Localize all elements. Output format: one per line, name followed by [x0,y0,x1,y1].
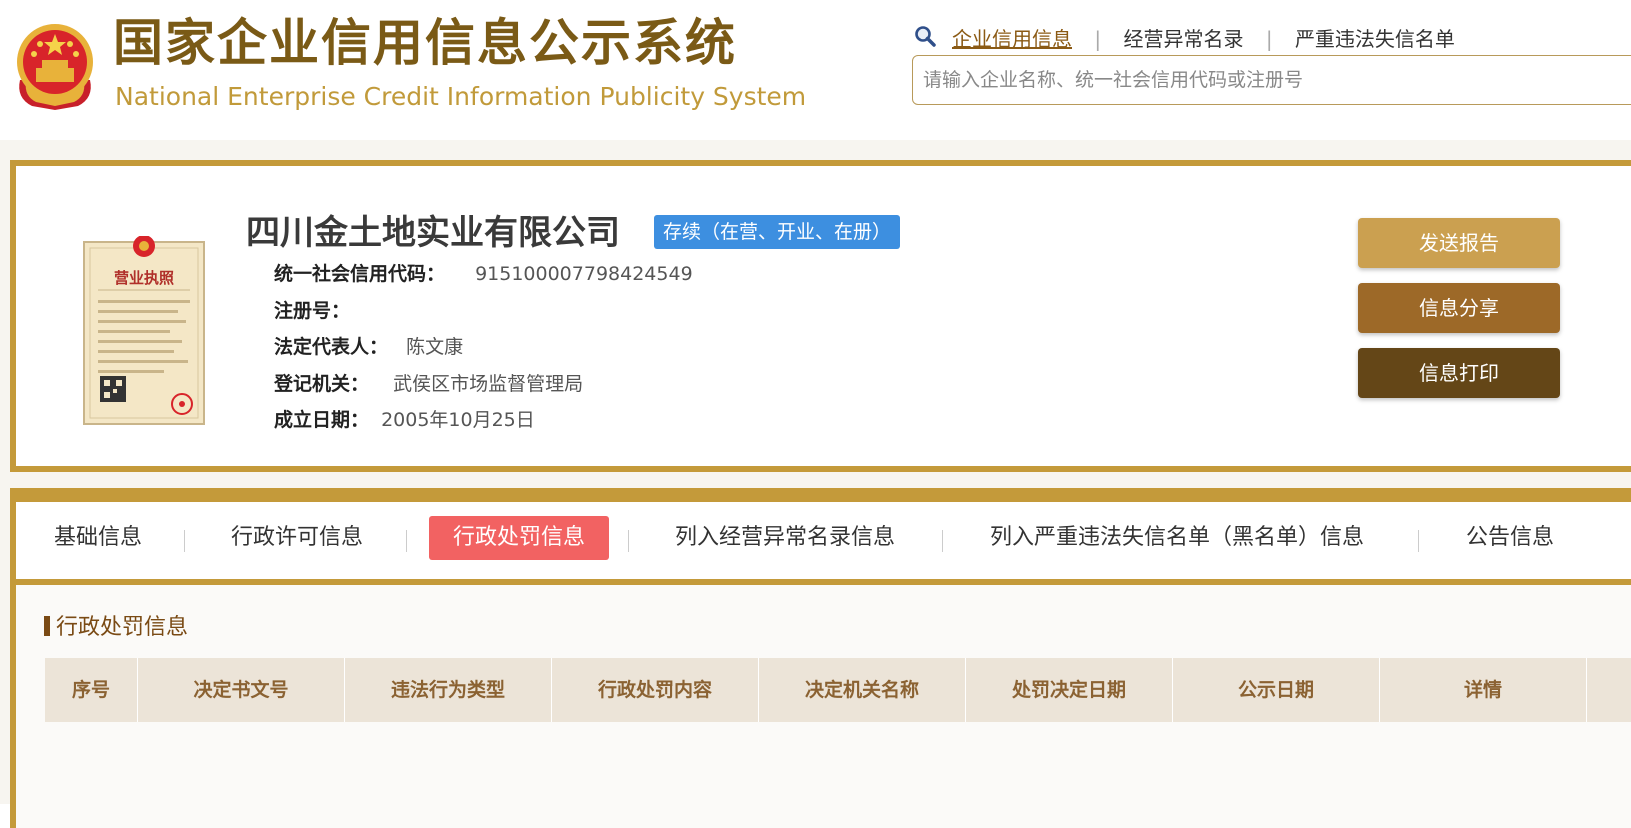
tab-separator [628,530,629,552]
nav-enterprise-credit[interactable]: 企业信用信息 [952,27,1072,51]
site-header: 国家企业信用信息公示系统 National Enterprise Credit … [0,0,1631,141]
info-legal-rep: 法定代表人： 陈文康 [274,335,463,359]
share-info-button[interactable]: 信息分享 [1358,283,1560,333]
company-name: 四川金土地实业有限公司 [246,213,620,253]
tab-admin-penalty[interactable]: 行政处罚信息 [429,516,610,560]
column-header-authority-name: 决定机关名称 [759,658,966,722]
tab-basic-info[interactable]: 基础信息 [54,516,142,560]
top-nav: 企业信用信息 | 经营异常名录 | 严重违法失信名单 [952,27,1455,51]
column-header-decision-date: 处罚决定日期 [966,658,1173,722]
info-founded-date: 成立日期： 2005年10月25日 [274,408,535,432]
info-label: 登记机关： [274,373,370,395]
info-label: 成立日期： [274,409,370,431]
section-title-marker [44,616,50,636]
info-authority: 登记机关： 武侯区市场监督管理局 [274,372,583,396]
section-title: 行政处罚信息 [44,614,188,642]
tab-admin-license[interactable]: 行政许可信息 [231,516,363,560]
column-header-decision-number: 决定书文号 [138,658,345,722]
tab-strip: 基础信息 行政许可信息 行政处罚信息 列入经营异常名录信息 列入严重违法失信名单… [16,502,1631,585]
tab-announcements[interactable]: 公告信息 [1466,516,1554,560]
tab-blacklist[interactable]: 列入严重违法失信名单（黑名单）信息 [990,516,1364,560]
tab-separator [1418,530,1419,552]
info-label: 注册号： [274,300,351,322]
column-header-violation-type: 违法行为类型 [345,658,552,722]
search-input[interactable] [913,56,1631,104]
print-info-button[interactable]: 信息打印 [1358,348,1560,398]
nav-abnormal-list[interactable]: 经营异常名录 [1123,27,1243,51]
penalty-table-header: 序号 决定书文号 违法行为类型 行政处罚内容 决定机关名称 处罚决定日期 公示日… [45,658,1631,722]
tab-separator [406,530,407,552]
info-value: 915100007798424549 [475,263,693,285]
tab-panel: 基础信息 行政许可信息 行政处罚信息 列入经营异常名录信息 列入严重违法失信名单… [10,488,1631,828]
status-badge: 存续（在营、开业、在册） [654,215,901,249]
nav-separator: | [1094,27,1102,51]
search-box [912,55,1631,105]
svg-text:营业执照: 营业执照 [114,269,174,287]
column-header-index: 序号 [45,658,138,722]
tab-separator [184,530,185,552]
company-card: 营业执照 四川金土地实业有限公司 存续（在营、开业、在册） 统一社会信用代码： … [10,160,1631,472]
search-icon[interactable] [913,24,937,48]
info-label: 统一社会信用代码： [274,263,446,285]
nav-separator: | [1265,27,1273,51]
info-reg-number: 注册号： [274,299,362,323]
tab-abnormal-list[interactable]: 列入经营异常名录信息 [675,516,895,560]
info-credit-code: 统一社会信用代码： 915100007798424549 [274,262,693,286]
business-license-icon[interactable]: 营业执照 [82,236,206,428]
column-header-details: 详情 [1380,658,1587,722]
nav-serious-violation-list[interactable]: 严重违法失信名单 [1295,27,1455,51]
national-emblem-icon [17,24,93,110]
site-title-en: National Enterprise Credit Information P… [115,82,807,111]
section-title-text: 行政处罚信息 [56,615,189,640]
info-value: 2005年10月25日 [381,409,535,431]
site-title-cn: 国家企业信用信息公示系统 [113,14,737,72]
column-header-penalty-content: 行政处罚内容 [552,658,759,722]
info-label: 法定代表人： [274,336,389,358]
column-header-publish-date: 公示日期 [1173,658,1380,722]
info-value: 陈文康 [406,336,464,358]
tab-separator [942,530,943,552]
info-value: 武侯区市场监督管理局 [393,373,584,395]
send-report-button[interactable]: 发送报告 [1358,218,1560,268]
